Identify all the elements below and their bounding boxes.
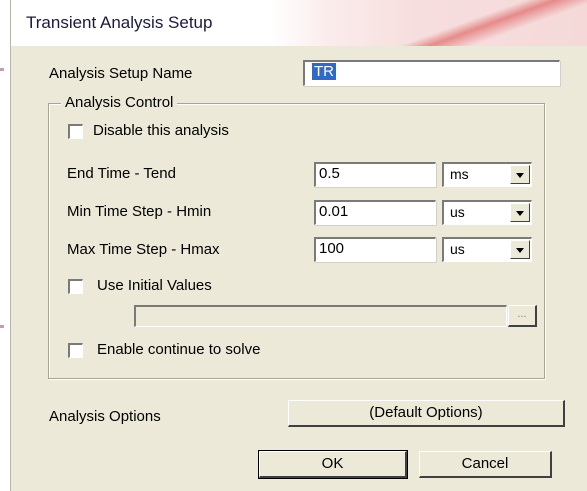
min-step-unit-value: us [450, 204, 465, 220]
title-bar-accent [291, 0, 587, 46]
max-step-label: Max Time Step - Hmax [67, 241, 220, 258]
decoration-mark [0, 68, 4, 71]
transient-analysis-dialog: Transient Analysis Setup Analysis Setup … [10, 0, 587, 491]
disable-analysis-label[interactable]: Disable this analysis [93, 122, 229, 139]
left-decoration [0, 0, 9, 491]
use-initial-values-label[interactable]: Use Initial Values [97, 277, 212, 294]
decoration-mark [0, 325, 4, 328]
setup-name-input[interactable]: TR [303, 60, 560, 86]
enable-continue-checkbox[interactable] [68, 343, 83, 358]
initial-values-path-input[interactable] [134, 305, 507, 327]
title-bar[interactable]: Transient Analysis Setup [11, 0, 587, 46]
use-initial-values-checkbox[interactable] [68, 279, 83, 294]
default-options-button[interactable]: (Default Options) [288, 400, 565, 427]
enable-continue-label[interactable]: Enable continue to solve [97, 341, 260, 358]
min-step-label: Min Time Step - Hmin [67, 203, 212, 220]
ok-button[interactable]: OK [258, 450, 408, 479]
setup-name-label: Analysis Setup Name [49, 65, 193, 82]
max-step-input[interactable]: 100 [314, 237, 436, 262]
chevron-down-icon[interactable] [510, 240, 530, 259]
end-time-input[interactable]: 0.5 [314, 162, 436, 187]
min-step-unit-select[interactable]: us [442, 200, 532, 225]
end-time-unit-select[interactable]: ms [442, 162, 532, 187]
min-step-input[interactable]: 0.01 [314, 200, 436, 225]
dialog-title: Transient Analysis Setup [26, 13, 213, 32]
analysis-options-label: Analysis Options [49, 408, 161, 425]
cancel-button[interactable]: Cancel [419, 451, 552, 478]
chevron-down-icon[interactable] [510, 165, 530, 184]
chevron-down-icon[interactable] [510, 203, 530, 222]
browse-button[interactable]: ... [508, 305, 537, 327]
max-step-unit-select[interactable]: us [442, 237, 532, 262]
analysis-control-legend: Analysis Control [61, 94, 178, 111]
end-time-unit-value: ms [450, 166, 469, 182]
setup-name-value: TR [312, 63, 336, 80]
max-step-unit-value: us [450, 241, 465, 257]
end-time-label: End Time - Tend [67, 165, 176, 182]
disable-analysis-checkbox[interactable] [68, 124, 83, 139]
